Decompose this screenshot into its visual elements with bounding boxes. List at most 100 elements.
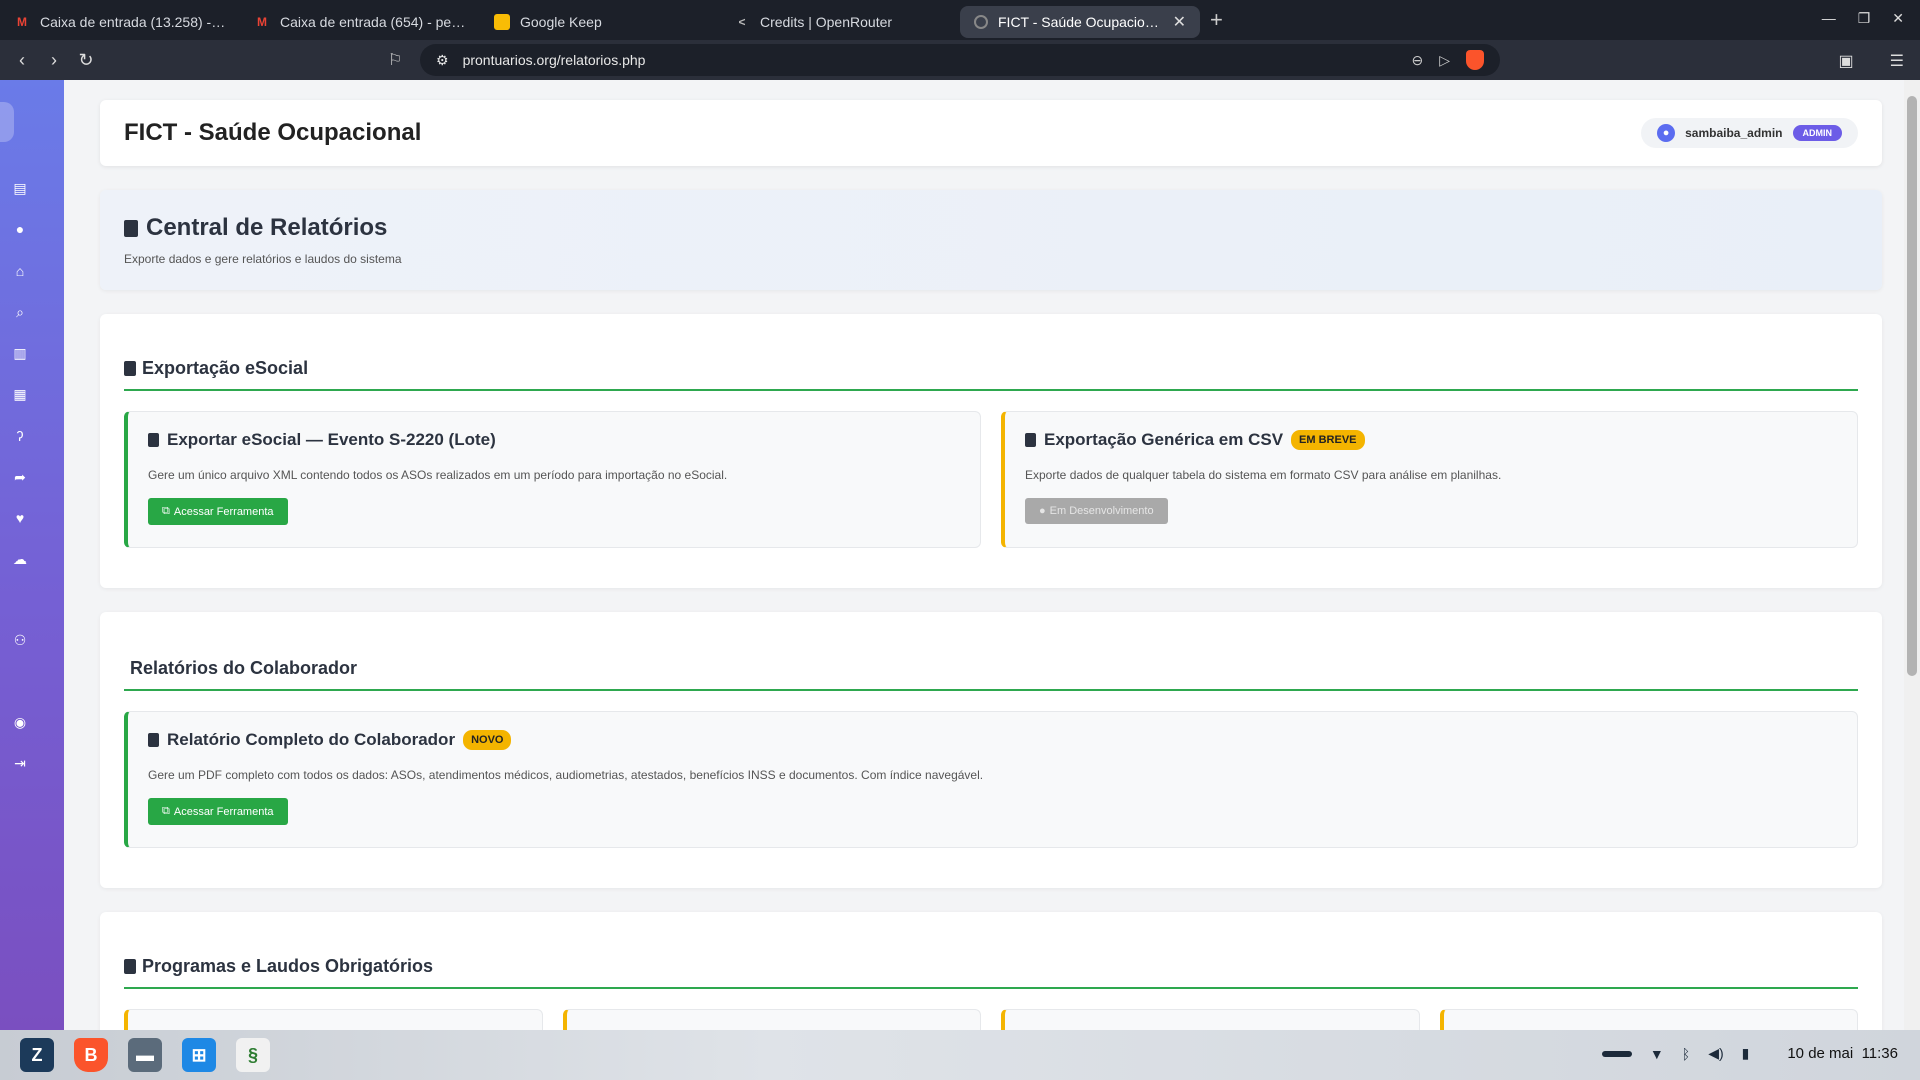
files-icon[interactable]: ▬ — [128, 1038, 162, 1072]
sidebar-toggle[interactable] — [0, 102, 14, 142]
minimize-icon[interactable]: — — [1822, 10, 1836, 27]
window-controls: — ❐ ✕ — [1822, 10, 1904, 27]
tab-title: Caixa de entrada (13.258) - fern — [40, 14, 226, 30]
access-tool-button[interactable]: ⧉ Acessar Ferramenta — [148, 798, 288, 825]
program-card — [562, 1009, 981, 1030]
status-badge: EM BREVE — [1291, 430, 1365, 450]
card-title: Exportar eSocial — Evento S-2220 (Lote) — [167, 430, 496, 449]
brave-shield-icon[interactable] — [1466, 50, 1484, 70]
maximize-icon[interactable]: ❐ — [1858, 10, 1871, 27]
tab-title: FICT - Saúde Ocupacional — [998, 14, 1163, 30]
url-bar[interactable]: ⚙ prontuarios.org/relatorios.php ⊖ ▷ — [420, 44, 1500, 76]
gmail-icon: M — [257, 15, 267, 29]
main-content: FICT - Saúde Ocupacional ● sambaiba_admi… — [100, 100, 1882, 1030]
close-tab-icon[interactable]: ✕ — [1173, 12, 1186, 32]
page-scrollbar[interactable] — [1904, 80, 1920, 1030]
file-code-icon — [148, 433, 159, 447]
clipboard-icon[interactable]: ▤ — [0, 176, 40, 200]
section-title-text: Relatórios do Colaborador — [130, 658, 358, 678]
reload-icon[interactable]: ↻ — [70, 50, 102, 71]
heartbeat-icon[interactable]: ♥ — [0, 506, 40, 530]
zoom-icon[interactable]: ⊖ — [1411, 52, 1423, 69]
file-medical-icon[interactable]: ▥ — [0, 341, 40, 365]
user-avatar-icon: ● — [1657, 124, 1676, 142]
page-viewport: ▤ ● ⌂ ⌕ ▥ ▦ ʔ ➦ ♥ ☁ ⚇ ◉ ⇥ FICT - Saúde O… — [0, 80, 1920, 1030]
browser-tab[interactable]: M Caixa de entrada (13.258) - fern — [0, 6, 240, 38]
browser-tab[interactable]: M Caixa de entrada (654) - pericia — [240, 6, 480, 38]
volume-icon[interactable]: ◀) — [1708, 1045, 1723, 1062]
browser-tab[interactable]: Google Keep — [480, 6, 720, 38]
browser-tabbar: M Caixa de entrada (13.258) - fern M Cai… — [0, 0, 1920, 40]
card-title: Relatório Completo do Colaborador — [167, 730, 456, 749]
app-icon[interactable]: § — [236, 1038, 270, 1072]
page-subtitle: Exporte dados e gere relatórios e laudos… — [124, 252, 402, 266]
section-title-text: Exportação eSocial — [142, 358, 309, 378]
back-icon[interactable]: ‹ — [6, 50, 38, 71]
logout-icon[interactable]: ⇥ — [0, 751, 40, 775]
file-export-icon — [124, 219, 138, 237]
brave-browser-icon[interactable]: B — [74, 1038, 108, 1072]
username: sambaiba_admin — [1685, 126, 1783, 140]
button-label: Acessar Ferramenta — [173, 505, 274, 518]
home-icon[interactable]: ⌂ — [0, 259, 40, 283]
browser-toolbar: ‹ › ↻ ⚐ ⚙ prontuarios.org/relatorios.php… — [0, 40, 1920, 80]
card-description: Gere um único arquivo XML contendo todos… — [148, 468, 728, 482]
app-header: FICT - Saúde Ocupacional ● sambaiba_admi… — [100, 100, 1882, 166]
gmail-icon: M — [17, 15, 27, 29]
program-card — [124, 1009, 543, 1030]
button-label: Em Desenvolvimento — [1049, 505, 1154, 517]
file-code-icon — [124, 361, 136, 376]
sidebar-toggle-icon[interactable]: ▣ — [1839, 51, 1854, 71]
search-icon[interactable]: ⌕ — [0, 300, 40, 324]
globe-icon — [974, 15, 988, 29]
clock-icon: ● — [1039, 505, 1046, 517]
external-link-icon: ⧉ — [162, 505, 170, 517]
battery-icon[interactable]: ▮ — [1742, 1045, 1750, 1062]
page-hero: Central de Relatórios Exporte dados e ge… — [100, 190, 1882, 290]
card-esocial-s2220: Exportar eSocial — Evento S-2220 (Lote) … — [124, 411, 981, 548]
program-card — [1439, 1009, 1858, 1030]
file-csv-icon — [1025, 433, 1036, 447]
cloud-upload-icon[interactable]: ☁ — [0, 547, 40, 571]
users-icon[interactable]: ⚇ — [0, 628, 40, 652]
wifi-icon[interactable]: ▼ — [1650, 1046, 1664, 1062]
scrollbar-thumb[interactable] — [1907, 96, 1917, 676]
tab-title: Credits | OpenRouter — [760, 14, 893, 30]
section-title: Programas e Laudos Obrigatórios — [124, 956, 1858, 989]
program-card — [1001, 1009, 1420, 1030]
section-title-text: Programas e Laudos Obrigatórios — [142, 956, 434, 976]
new-badge: NOVO — [463, 730, 512, 750]
tab-title: Caixa de entrada (654) - pericia — [280, 14, 466, 30]
system-tray: ▼ ᛒ ◀) ▮ 10 de mai 11:36 — [1601, 1045, 1898, 1062]
clock[interactable]: 10 de mai 11:36 — [1787, 1045, 1898, 1062]
section-colaborador: Relatórios do Colaborador Relatório Comp… — [100, 612, 1882, 888]
site-settings-icon[interactable]: ⚙ — [436, 52, 449, 69]
section-esocial: Exportação eSocial Exportar eSocial — Ev… — [100, 314, 1882, 588]
new-tab-button[interactable]: + — [1210, 7, 1223, 33]
section-programas: Programas e Laudos Obrigatórios — [100, 912, 1882, 1030]
browser-tab-active[interactable]: FICT - Saúde Ocupacional ✕ — [960, 6, 1200, 38]
tab-title: Google Keep — [520, 14, 602, 30]
bluetooth-icon[interactable]: ᛒ — [1682, 1046, 1690, 1062]
access-tool-button[interactable]: ⧉ Acessar Ferramenta — [148, 498, 288, 525]
user-menu[interactable]: ● sambaiba_admin ADMIN — [1641, 118, 1858, 148]
zorin-menu-icon[interactable]: Z — [20, 1038, 54, 1072]
url-text[interactable]: prontuarios.org/relatorios.php — [463, 52, 646, 68]
ear-icon[interactable]: ʔ — [0, 424, 40, 448]
user-doctor-icon[interactable]: ● — [0, 217, 40, 241]
close-window-icon[interactable]: ✕ — [1892, 10, 1904, 27]
building-icon[interactable]: ▦ — [0, 382, 40, 406]
page-title: Central de Relatórios — [124, 214, 1858, 242]
share-icon[interactable]: ▷ — [1439, 52, 1450, 69]
card-title: Exportação Genérica em CSV — [1044, 430, 1284, 449]
button-label: Acessar Ferramenta — [173, 805, 274, 818]
forward-icon[interactable]: › — [38, 50, 70, 71]
battery-indicator[interactable] — [1601, 1050, 1632, 1057]
keep-icon — [494, 14, 510, 30]
software-store-icon[interactable]: ⊞ — [182, 1038, 216, 1072]
bookmark-icon[interactable]: ⚐ — [388, 50, 402, 70]
browser-tab[interactable]: < Credits | OpenRouter — [720, 6, 960, 38]
menu-icon[interactable]: ☰ — [1890, 51, 1904, 71]
user-circle-icon[interactable]: ◉ — [0, 710, 40, 734]
file-export-icon[interactable]: ➦ — [0, 465, 40, 489]
